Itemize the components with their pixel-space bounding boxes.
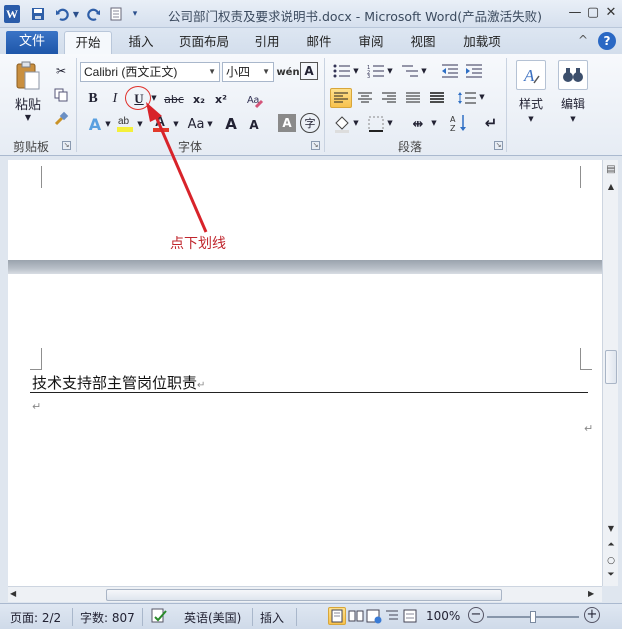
web-layout-icon[interactable] — [366, 608, 382, 627]
status-bar: 页面: 2/2 字数: 807 英语(美国) 插入 100% − + — [0, 603, 622, 629]
next-page-icon[interactable]: ⏷ — [605, 570, 617, 582]
page-indicator[interactable]: 页面: 2/2 — [10, 609, 61, 626]
print-layout-view-icon[interactable] — [328, 607, 346, 625]
previous-page-icon[interactable]: ⏶ — [605, 540, 617, 552]
zoom-in-icon[interactable]: + — [584, 607, 600, 623]
status-divider — [142, 608, 143, 626]
outline-view-icon[interactable] — [384, 608, 400, 627]
status-divider — [296, 608, 297, 626]
horizontal-scrollbar[interactable]: ◀ ▶ — [8, 586, 602, 602]
zoom-out-icon[interactable]: − — [468, 607, 484, 623]
zoom-slider-thumb[interactable] — [530, 611, 536, 623]
scroll-up-icon[interactable]: ▲ — [605, 182, 617, 192]
word-count[interactable]: 字数: 807 — [80, 609, 135, 626]
horizontal-scroll-thumb[interactable] — [106, 589, 502, 601]
status-divider — [252, 608, 253, 626]
zoom-level[interactable]: 100% — [426, 609, 460, 623]
scroll-right-icon[interactable]: ▶ — [588, 589, 598, 601]
browse-object-icon[interactable]: ○ — [605, 556, 617, 568]
insert-mode-indicator[interactable]: 插入 — [260, 609, 284, 626]
language-indicator[interactable]: 英语(美国) — [184, 609, 241, 626]
vertical-scrollbar[interactable]: ▤ ▲ ▼ ⏶ ○ ⏷ — [602, 160, 618, 586]
status-divider — [72, 608, 73, 626]
full-screen-reading-icon[interactable] — [348, 608, 364, 627]
vertical-scroll-thumb[interactable] — [605, 350, 617, 384]
scroll-down-icon[interactable]: ▼ — [605, 524, 617, 534]
annotation-arrow — [146, 102, 208, 233]
draft-view-icon[interactable] — [402, 608, 418, 627]
scroll-left-icon[interactable]: ◀ — [10, 589, 20, 601]
ruler-toggle-icon[interactable]: ▤ — [605, 164, 617, 178]
proofing-icon[interactable] — [150, 608, 168, 627]
